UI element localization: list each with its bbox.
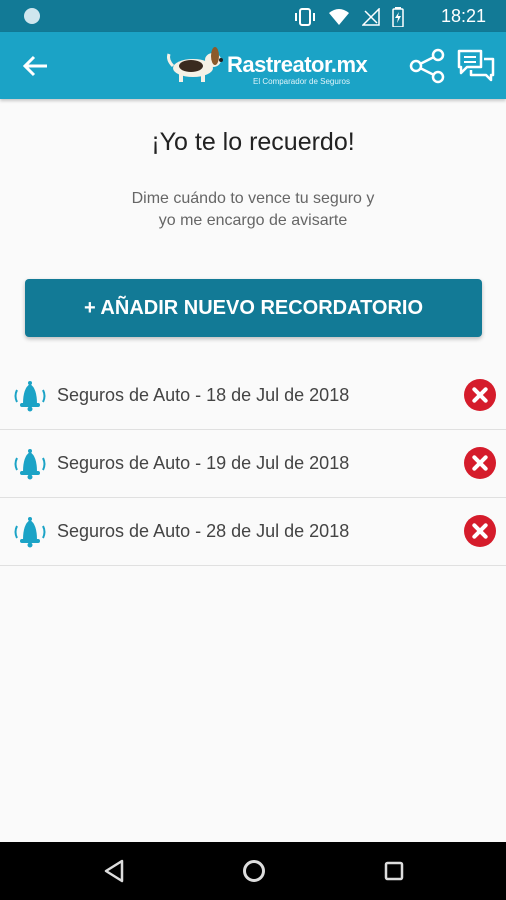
status-icons bbox=[294, 7, 404, 27]
reminder-list: Seguros de Auto - 18 de Jul de 2018 Segu… bbox=[0, 362, 506, 566]
share-icon[interactable] bbox=[408, 48, 446, 84]
reminder-label: Seguros de Auto - 19 de Jul de 2018 bbox=[57, 453, 350, 473]
reminder-row[interactable]: Seguros de Auto - 18 de Jul de 2018 bbox=[0, 362, 506, 430]
status-bar: 18:21 bbox=[0, 0, 506, 32]
bell-icon bbox=[14, 381, 46, 412]
delete-icon[interactable] bbox=[464, 447, 496, 479]
app-bar: Rastreator.mx El Comparador de Seguros bbox=[0, 32, 506, 99]
reminder-row[interactable]: Seguros de Auto - 19 de Jul de 2018 bbox=[0, 430, 506, 498]
subtitle-line-2: yo me encargo de avisarte bbox=[158, 212, 348, 229]
nav-back-icon[interactable] bbox=[103, 859, 125, 883]
reminder-label: Seguros de Auto - 28 de Jul de 2018 bbox=[57, 521, 350, 541]
wifi-icon bbox=[329, 9, 349, 25]
subtitle-line-1: Dime cuándo to vence tu seguro y bbox=[131, 190, 375, 207]
logo-tagline: El Comparador de Seguros bbox=[253, 77, 350, 86]
reminder-row[interactable]: Seguros de Auto - 28 de Jul de 2018 bbox=[0, 498, 506, 566]
status-time: 18:21 bbox=[440, 6, 486, 26]
notification-dot-icon bbox=[24, 8, 40, 24]
delete-icon[interactable] bbox=[464, 379, 496, 411]
reminder-label: Seguros de Auto - 18 de Jul de 2018 bbox=[57, 385, 350, 405]
add-reminder-button[interactable]: + AÑADIR NUEVO RECORDATORIO bbox=[25, 279, 482, 337]
battery-charging-icon bbox=[392, 7, 404, 27]
page-subtitle: Dime cuándo to vence tu seguro y yo me e… bbox=[0, 188, 506, 232]
dog-logo-icon bbox=[167, 47, 223, 82]
vibrate-icon bbox=[295, 8, 315, 26]
rastreator-logo: Rastreator.mx El Comparador de Seguros bbox=[165, 42, 368, 90]
nav-home-icon[interactable] bbox=[242, 859, 266, 883]
bell-icon bbox=[14, 449, 46, 480]
no-signal-icon bbox=[362, 8, 380, 26]
system-nav-bar bbox=[0, 842, 506, 900]
logo-text: Rastreator.mx bbox=[227, 52, 368, 77]
page-title: ¡Yo te lo recuerdo! bbox=[151, 128, 355, 156]
back-arrow-icon[interactable] bbox=[20, 50, 52, 82]
bell-icon bbox=[14, 517, 46, 548]
chat-icon[interactable] bbox=[456, 48, 496, 84]
nav-recents-icon[interactable] bbox=[384, 861, 404, 881]
delete-icon[interactable] bbox=[464, 515, 496, 547]
